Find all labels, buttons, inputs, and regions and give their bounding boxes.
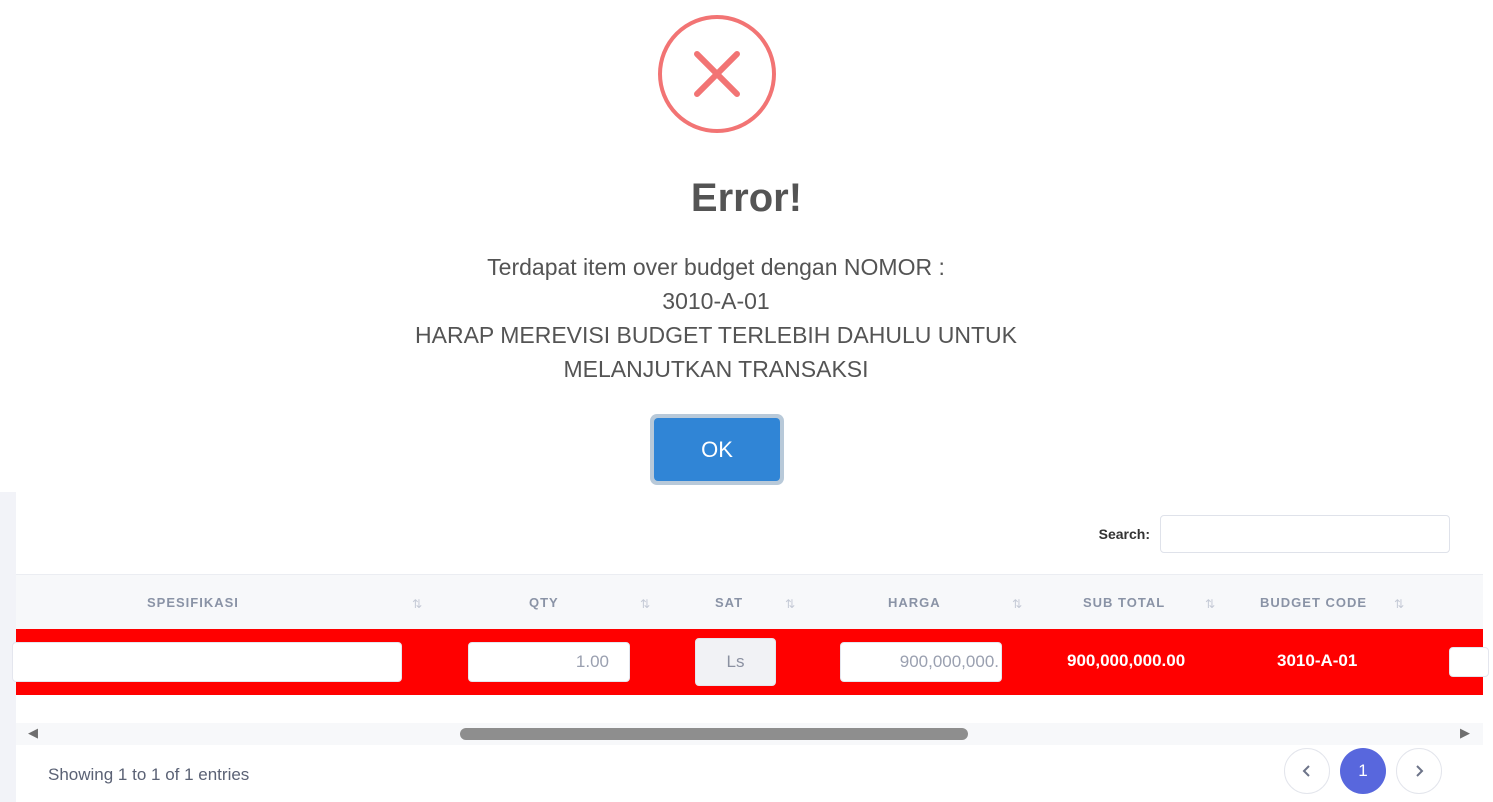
pagination-next-button[interactable] <box>1396 748 1442 794</box>
column-header-spesifikasi[interactable]: SPESIFIKASI <box>147 575 239 630</box>
column-header-budget-code[interactable]: BUDGET CODE <box>1260 575 1367 630</box>
sort-icon[interactable]: ⇅ <box>412 597 422 611</box>
sort-icon[interactable]: ⇅ <box>1012 597 1022 611</box>
pagination-page-button[interactable]: 1 <box>1340 748 1386 794</box>
search-label: Search: <box>1098 526 1150 542</box>
sat-field[interactable]: Ls <box>695 638 776 686</box>
search-row: Search: <box>1099 515 1450 553</box>
scrollbar-thumb[interactable] <box>460 728 968 740</box>
qty-input[interactable]: 1.00 <box>468 642 630 682</box>
budget-code-value: 3010-A-01 <box>1277 651 1358 670</box>
harga-input[interactable]: 900,000,000. <box>840 642 1002 682</box>
message-line: Terdapat item over budget dengan NOMOR : <box>487 254 945 280</box>
ok-button[interactable]: OK <box>654 418 780 481</box>
pagination-prev-button[interactable] <box>1284 748 1330 794</box>
column-header-sub-total[interactable]: SUB TOTAL <box>1083 575 1165 630</box>
column-header-harga[interactable]: HARGA <box>888 575 941 630</box>
chevron-left-icon <box>1302 765 1310 777</box>
sort-icon[interactable]: ⇅ <box>1394 597 1404 611</box>
sort-icon[interactable]: ⇅ <box>640 597 650 611</box>
column-header-qty[interactable]: QTY <box>529 575 559 630</box>
search-input[interactable] <box>1160 515 1450 553</box>
table-card: Search: SPESIFIKASI ⇅ QTY ⇅ SAT ⇅ HARGA … <box>12 460 1493 802</box>
sub-total-value: 900,000,000.00 <box>1067 651 1186 670</box>
message-line: 3010-A-01 <box>662 288 770 314</box>
table-info: Showing 1 to 1 of 1 entries <box>48 765 250 784</box>
error-x-icon <box>658 15 776 133</box>
sort-icon[interactable]: ⇅ <box>1205 597 1215 611</box>
row-extra-field[interactable] <box>1449 647 1489 677</box>
message-line: MELANJUTKAN TRANSAKSI <box>563 356 869 382</box>
modal-message: Terdapat item over budget dengan NOMOR :… <box>396 250 1036 386</box>
error-modal: Error! Terdapat item over budget dengan … <box>0 0 1493 492</box>
modal-title: Error! <box>690 176 803 220</box>
sort-icon[interactable]: ⇅ <box>785 597 795 611</box>
ok-button-focus-ring: OK <box>650 414 784 485</box>
spesifikasi-input[interactable] <box>12 642 402 682</box>
horizontal-scrollbar[interactable]: ◀ ▶ <box>16 723 1483 745</box>
chevron-right-icon <box>1416 765 1424 777</box>
scroll-right-icon[interactable]: ▶ <box>1460 725 1470 741</box>
message-line: HARAP MEREVISI BUDGET TERLEBIH DAHULU UN… <box>415 322 1017 348</box>
table-row: 1.00 Ls 900,000,000. 900,000,000.00 3010… <box>12 629 1489 695</box>
column-header-sat[interactable]: SAT <box>715 575 743 630</box>
scroll-left-icon[interactable]: ◀ <box>28 725 38 741</box>
table-header: SPESIFIKASI ⇅ QTY ⇅ SAT ⇅ HARGA ⇅ SUB TO… <box>16 574 1483 631</box>
